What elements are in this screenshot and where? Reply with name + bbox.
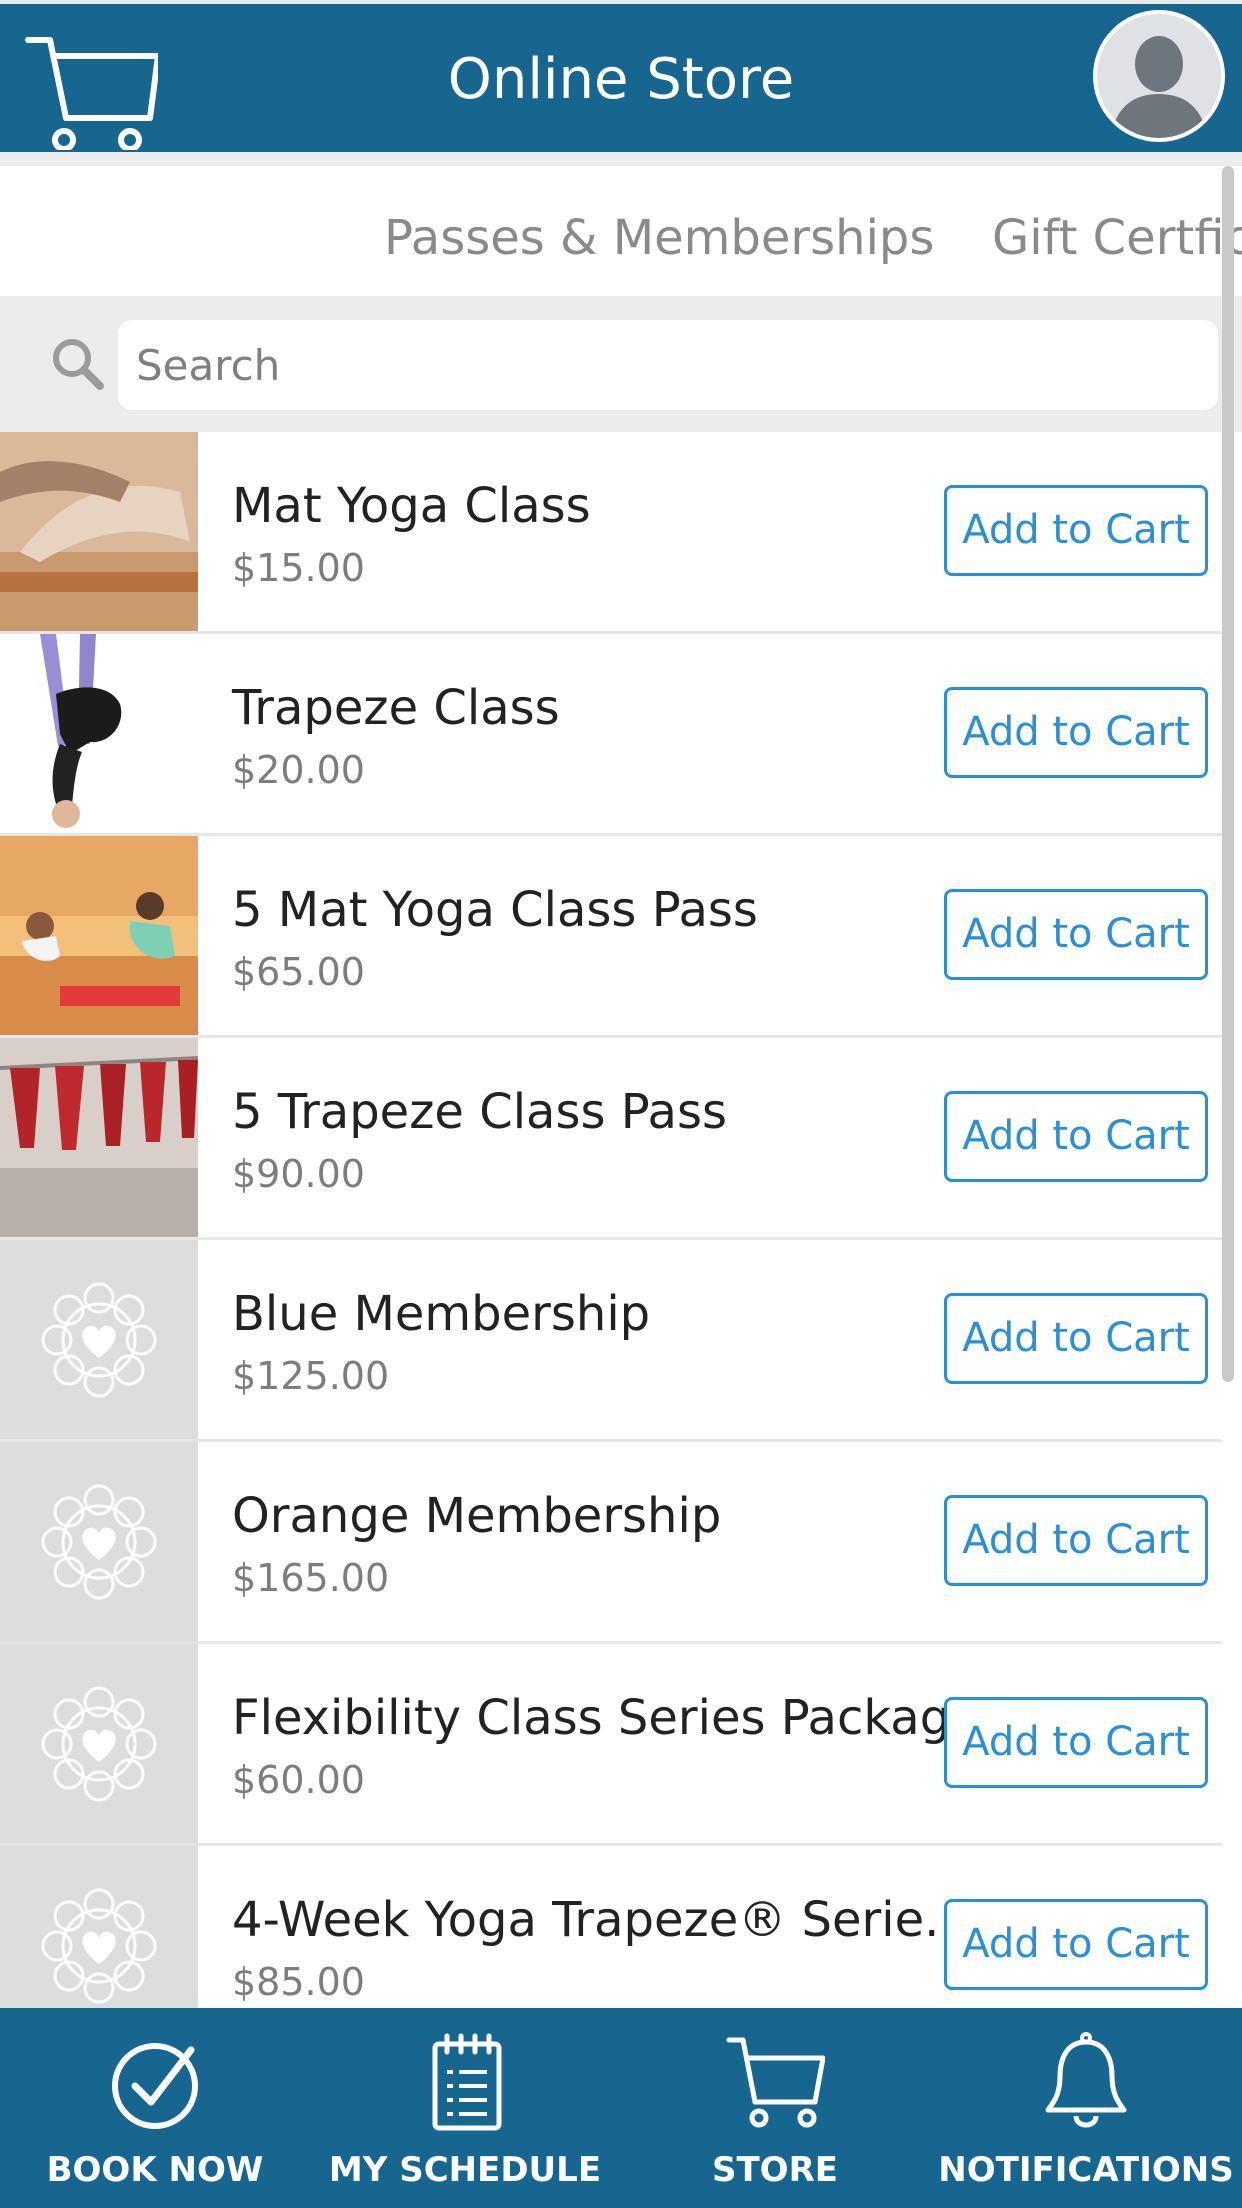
bottom-navigation: BOOK NOW MY SCHEDULE STORE NOTIFICATIONS	[0, 2008, 1242, 2208]
add-to-cart-button[interactable]: Add to Cart	[944, 1091, 1208, 1182]
product-name: Orange Membership	[232, 1488, 722, 1544]
product-name: Trapeze Class	[232, 680, 560, 736]
list-item: Trapeze Class $20.00 Add to Cart	[0, 634, 1222, 836]
bell-icon	[1036, 2032, 1136, 2132]
nav-label: NOTIFICATIONS	[938, 2150, 1234, 2190]
product-name: Blue Membership	[232, 1286, 651, 1342]
product-price: $90.00	[232, 1152, 365, 1196]
category-tabs: Passes & Memberships Gift Certfica	[0, 166, 1242, 296]
nav-label: MY SCHEDULE	[328, 2150, 602, 2190]
add-to-cart-button[interactable]: Add to Cart	[944, 687, 1208, 778]
product-price: $60.00	[232, 1758, 365, 1802]
product-price: $65.00	[232, 950, 365, 994]
list-item: 5 Trapeze Class Pass $90.00 Add to Cart	[0, 1038, 1222, 1240]
product-price: $165.00	[232, 1556, 390, 1600]
product-name: 4-Week Yoga Trapeze® Serie...	[232, 1892, 970, 1948]
product-price: $85.00	[232, 1960, 365, 2004]
nav-store[interactable]: STORE	[620, 2008, 930, 2208]
add-to-cart-button[interactable]: Add to Cart	[944, 1293, 1208, 1384]
product-image	[0, 432, 198, 631]
add-to-cart-button[interactable]: Add to Cart	[944, 889, 1208, 980]
add-to-cart-button[interactable]: Add to Cart	[944, 1899, 1208, 1990]
list-item: 4-Week Yoga Trapeze® Serie... $85.00 Add…	[0, 1846, 1222, 2008]
notepad-icon	[415, 2032, 515, 2132]
nav-notifications[interactable]: NOTIFICATIONS	[930, 2008, 1242, 2208]
search-input[interactable]	[118, 320, 1218, 410]
product-name: 5 Mat Yoga Class Pass	[232, 882, 758, 938]
header-divider	[0, 152, 1242, 166]
shopping-cart-icon	[725, 2032, 826, 2132]
search-bar	[0, 296, 1242, 432]
scrollbar[interactable]	[1222, 166, 1234, 1382]
user-avatar-icon[interactable]	[1093, 10, 1225, 142]
list-item: Orange Membership $165.00 Add to Cart	[0, 1442, 1222, 1644]
add-to-cart-button[interactable]: Add to Cart	[944, 485, 1208, 576]
nav-label: STORE	[712, 2150, 838, 2190]
list-item: Mat Yoga Class $15.00 Add to Cart	[0, 432, 1222, 634]
product-list: Mat Yoga Class $15.00 Add to Cart Trapez…	[0, 432, 1222, 2008]
product-name: Flexibility Class Series Package	[232, 1690, 980, 1746]
list-item: Blue Membership $125.00 Add to Cart	[0, 1240, 1222, 1442]
lotus-heart-icon	[41, 1282, 157, 1398]
product-price: $125.00	[232, 1354, 390, 1398]
placeholder-image	[0, 1240, 198, 1439]
nav-label: BOOK NOW	[46, 2150, 264, 2190]
search-icon	[50, 336, 106, 392]
lotus-heart-icon	[41, 1888, 157, 2004]
placeholder-image	[0, 1644, 198, 1843]
page-title: Online Store	[447, 47, 795, 112]
add-to-cart-button[interactable]: Add to Cart	[944, 1697, 1208, 1788]
list-item: Flexibility Class Series Package $60.00 …	[0, 1644, 1222, 1846]
placeholder-image	[0, 1846, 198, 2008]
tab-passes-memberships[interactable]: Passes & Memberships	[384, 206, 934, 270]
product-image	[0, 1038, 198, 1237]
product-name: 5 Trapeze Class Pass	[232, 1084, 727, 1140]
tab-gift-certificates[interactable]: Gift Certfica	[992, 206, 1242, 270]
product-name: Mat Yoga Class	[232, 478, 591, 534]
placeholder-image	[0, 1442, 198, 1641]
product-image	[0, 634, 198, 833]
lotus-heart-icon	[41, 1484, 157, 1600]
product-price: $20.00	[232, 748, 365, 792]
add-to-cart-button[interactable]: Add to Cart	[944, 1495, 1208, 1586]
lotus-heart-icon	[41, 1686, 157, 1802]
top-app-bar: Online Store	[0, 4, 1242, 152]
nav-my-schedule[interactable]: MY SCHEDULE	[310, 2008, 620, 2208]
check-circle-icon	[105, 2032, 205, 2132]
nav-book-now[interactable]: BOOK NOW	[0, 2008, 310, 2208]
product-price: $15.00	[232, 546, 365, 590]
list-item: 5 Mat Yoga Class Pass $65.00 Add to Cart	[0, 836, 1222, 1038]
product-image	[0, 836, 198, 1035]
